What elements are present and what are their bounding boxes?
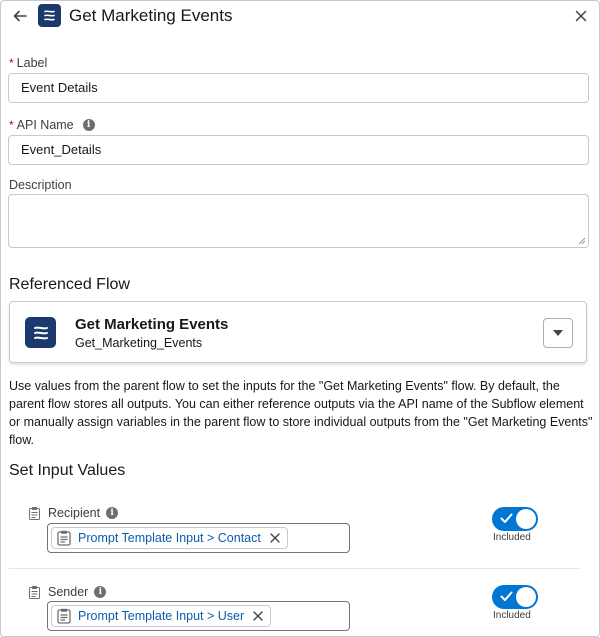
recipient-value-text: Prompt Template Input > Contact bbox=[78, 531, 261, 545]
caret-down-icon bbox=[553, 330, 563, 336]
info-icon[interactable]: i bbox=[94, 586, 107, 598]
label-field-label: * Label bbox=[9, 56, 47, 70]
referenced-flow-api-name: Get_Marketing_Events bbox=[75, 336, 203, 350]
sender-label-text: Sender bbox=[48, 585, 89, 599]
toggle-knob bbox=[516, 509, 536, 529]
checkmark-icon bbox=[500, 513, 513, 523]
sender-param-label: Sender i bbox=[29, 585, 107, 599]
api-name-field-text: API Name bbox=[16, 118, 74, 132]
remove-icon[interactable] bbox=[252, 610, 264, 622]
set-input-values-heading: Set Input Values bbox=[9, 462, 126, 479]
resource-icon bbox=[57, 530, 71, 546]
info-icon[interactable]: i bbox=[82, 119, 95, 131]
sender-value-text: Prompt Template Input > User bbox=[78, 609, 245, 623]
referenced-flow-card: Get Marketing Events Get_Marketing_Event… bbox=[9, 301, 587, 363]
sender-included-label: Included bbox=[493, 610, 531, 621]
recipient-param-label: Recipient i bbox=[29, 506, 119, 520]
panel-title: Get Marketing Events bbox=[69, 6, 233, 25]
required-mark: * bbox=[9, 56, 14, 70]
arrow-left-icon[interactable] bbox=[11, 7, 29, 25]
resource-icon bbox=[57, 608, 71, 624]
clipboard-icon bbox=[29, 585, 40, 599]
sender-value-input[interactable]: Prompt Template Input > User bbox=[47, 601, 350, 631]
panel-header: Get Marketing Events bbox=[1, 1, 599, 31]
referenced-flow-heading: Referenced Flow bbox=[9, 276, 130, 293]
api-name-input[interactable]: Event_Details bbox=[8, 135, 589, 165]
api-name-field-label: * API Name i bbox=[9, 118, 95, 132]
recipient-label-text: Recipient bbox=[48, 506, 101, 520]
flow-icon bbox=[38, 4, 61, 27]
toggle-knob bbox=[516, 587, 536, 607]
recipient-included-label: Included bbox=[493, 532, 531, 543]
resize-handle-icon[interactable] bbox=[578, 237, 586, 245]
referenced-flow-name: Get Marketing Events bbox=[75, 316, 229, 333]
description-textarea[interactable] bbox=[8, 194, 589, 248]
close-icon[interactable] bbox=[573, 8, 589, 24]
subflow-help-text: Use values from the parent flow to set t… bbox=[9, 379, 593, 447]
flow-icon bbox=[25, 317, 56, 348]
checkmark-icon bbox=[500, 591, 513, 601]
divider bbox=[9, 568, 579, 569]
flow-menu-button[interactable] bbox=[543, 318, 573, 348]
recipient-value-input[interactable]: Prompt Template Input > Contact bbox=[47, 523, 350, 553]
remove-icon[interactable] bbox=[269, 532, 281, 544]
sender-value-pill[interactable]: Prompt Template Input > User bbox=[51, 605, 272, 627]
subflow-editor-panel: Get Marketing Events * Label Event Detai… bbox=[0, 0, 600, 637]
recipient-value-pill[interactable]: Prompt Template Input > Contact bbox=[51, 527, 288, 549]
label-input[interactable]: Event Details bbox=[8, 73, 589, 103]
info-icon[interactable]: i bbox=[106, 507, 119, 519]
description-field-label: Description bbox=[9, 178, 72, 192]
description-field-text: Description bbox=[9, 178, 72, 192]
recipient-include-toggle[interactable] bbox=[492, 507, 538, 531]
sender-include-toggle[interactable] bbox=[492, 585, 538, 609]
clipboard-icon bbox=[29, 506, 40, 520]
label-field-text: Label bbox=[16, 56, 48, 70]
required-mark: * bbox=[9, 118, 14, 132]
